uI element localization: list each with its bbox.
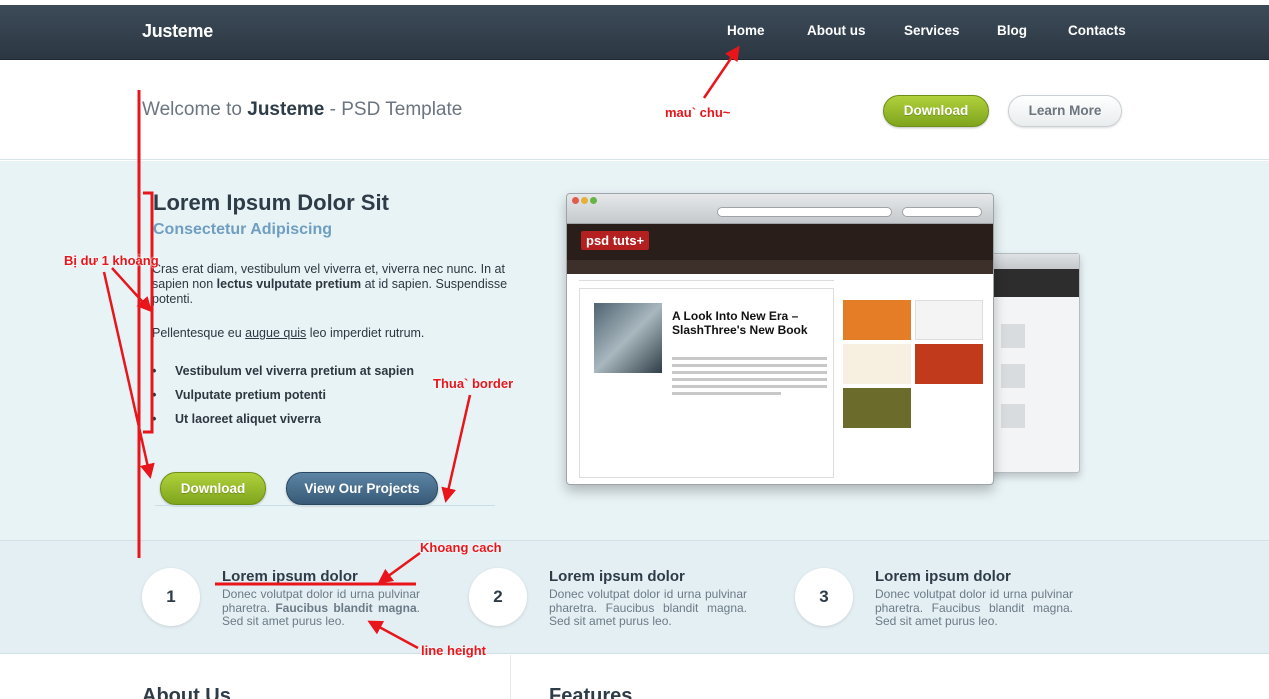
browser-mockup-main: psd tuts+ A Look Into New Era – SlashThr…	[566, 193, 994, 485]
welcome-brand: Justeme	[247, 99, 325, 120]
hero-subtitle: Consectetur Adipiscing	[153, 221, 332, 238]
step-title: Lorem ipsum dolor	[222, 568, 358, 585]
step-text: Donec volutpat dolor id urna pulvinar ph…	[875, 587, 1073, 628]
mockup-article-thumbnail	[594, 303, 662, 373]
step-number-circle: 2	[469, 568, 527, 626]
hero-paragraph-2: Pellentesque eu augue quis leo imperdiet…	[152, 326, 512, 340]
nav-about-us[interactable]: About us	[807, 23, 866, 38]
maximize-dot-icon	[590, 197, 597, 204]
step-number-circle: 3	[795, 568, 853, 626]
annotation-color-note: mau` chu~	[665, 105, 731, 120]
welcome-suffix: - PSD Template	[324, 99, 463, 120]
welcome-bar: Welcome to Justeme - PSD Template Downlo…	[0, 61, 1269, 160]
step-title: Lorem ipsum dolor	[875, 568, 1011, 585]
step-text: Donec volutpat dolor id urna pulvinar ph…	[549, 587, 747, 628]
minimize-dot-icon	[581, 197, 588, 204]
page: Justeme Home About us Services Blog Cont…	[0, 0, 1269, 699]
mockup-site-nav	[567, 260, 993, 274]
mockup-ad-tile	[843, 388, 911, 428]
hero-link[interactable]: augue quis	[245, 326, 306, 340]
hero-download-button[interactable]: Download	[160, 472, 266, 505]
hero-p1-bold: lectus vulputate pretium	[216, 277, 362, 291]
bottom-section: About Us Features	[0, 655, 1269, 699]
main-nav: Home About us Services Blog Contacts	[0, 23, 1269, 43]
mockup-search-bar	[902, 207, 982, 217]
mockup-site-header: psd tuts+	[567, 224, 993, 260]
annotation-gap-note: Bị dư 1 khoảng	[64, 253, 159, 268]
close-dot-icon	[572, 197, 579, 204]
mockup-ad-tile	[843, 300, 911, 340]
bullet-item: Ut laoreet aliquet viverra	[152, 412, 512, 436]
navbar: Justeme Home About us Services Blog Cont…	[0, 5, 1269, 60]
hero-title: Lorem Ipsum Dolor Sit	[153, 190, 389, 215]
mockup-back-tile	[1001, 364, 1025, 388]
mockup-separator	[579, 280, 834, 281]
mockup-ad-tile	[843, 344, 911, 384]
annotation-border-note: Thua` border	[433, 376, 514, 391]
nav-blog[interactable]: Blog	[997, 23, 1027, 38]
mockup-ad-tile	[915, 344, 983, 384]
welcome-prefix: Welcome to	[142, 99, 248, 120]
hero-bullet-list: Vestibulum vel viverra pretium at sapien…	[152, 364, 512, 436]
nav-services[interactable]: Services	[904, 23, 960, 38]
learn-more-button[interactable]: Learn More	[1008, 95, 1122, 127]
mockup-headline: A Look Into New Era – SlashThree's New B…	[672, 309, 808, 337]
nav-contacts[interactable]: Contacts	[1068, 23, 1126, 38]
step-text: Donec volutpat dolor id urna pulvinar ph…	[222, 587, 420, 629]
about-us-heading: About Us	[142, 685, 231, 699]
features-heading: Features	[549, 685, 633, 699]
hero-p2-text-a: Pellentesque eu	[152, 326, 246, 340]
mockup-ad-tile	[915, 300, 983, 340]
mockup-article: A Look Into New Era – SlashThree's New B…	[579, 288, 834, 478]
mockup-back-tile	[1001, 404, 1025, 428]
mockup-site-logo: psd tuts+	[581, 231, 650, 250]
bottom-divider	[510, 655, 511, 699]
header-download-button[interactable]: Download	[883, 95, 989, 127]
step-number-circle: 1	[142, 568, 200, 626]
steps-section: 1 Lorem ipsum dolor Donec volutpat dolor…	[0, 540, 1269, 654]
annotation-spacing-note: Khoang cach	[420, 540, 502, 555]
mockup-text-lines	[672, 357, 827, 399]
welcome-text: Welcome to Justeme - PSD Template	[142, 99, 462, 121]
mockup-url-bar	[717, 207, 892, 217]
mockup-browser-chrome	[567, 194, 993, 224]
button-underline-border	[155, 505, 495, 506]
nav-home[interactable]: Home	[727, 23, 765, 38]
step-text-bold: Faucibus blandit magna	[275, 600, 417, 615]
bullet-item: Vulputate pretium potenti	[152, 388, 512, 412]
annotation-line-height-note: line height	[421, 643, 486, 658]
hero-paragraph-1: Cras erat diam, vestibulum vel viverra e…	[152, 262, 512, 307]
step-title: Lorem ipsum dolor	[549, 568, 685, 585]
mockup-back-tile	[1001, 324, 1025, 348]
view-projects-button[interactable]: View Our Projects	[286, 472, 438, 505]
hero-p2-text-b: leo imperdiet rutrum.	[306, 326, 425, 340]
mockup-sidebar	[843, 288, 988, 478]
hero-section: Lorem Ipsum Dolor Sit Consectetur Adipis…	[0, 161, 1269, 540]
